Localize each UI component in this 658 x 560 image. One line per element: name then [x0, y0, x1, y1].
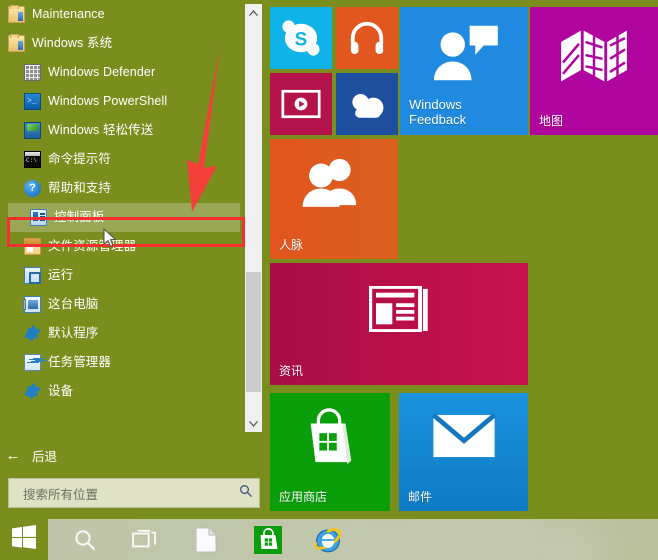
search-input[interactable]: 搜索所有位置	[8, 478, 260, 508]
search-icon[interactable]	[233, 484, 259, 503]
back-button[interactable]: ← 后退	[0, 440, 245, 470]
news-icon	[270, 263, 528, 355]
devices-icon	[24, 383, 41, 400]
search-icon	[75, 529, 96, 550]
taskbar-internet-explorer-button[interactable]	[303, 519, 353, 560]
sidebar-item-label: 设备	[48, 384, 74, 398]
tile-label: 邮件	[408, 490, 433, 504]
envelope-icon	[399, 393, 528, 479]
map-icon	[530, 7, 658, 105]
tile-label: 应用商店	[279, 490, 328, 504]
search-placeholder: 搜索所有位置	[23, 487, 99, 502]
task-view-icon	[132, 529, 156, 547]
tile-windows-feedback[interactable]: Windows Feedback	[400, 7, 528, 135]
taskbar	[0, 519, 658, 560]
sidebar-item-devices[interactable]: 设备	[0, 377, 240, 406]
tiles-pane: S Windows Feedback 地图 人脉 资讯 应用商店 邮件	[262, 0, 658, 519]
chevron-up-icon[interactable]	[245, 4, 262, 21]
windows-defender-icon	[24, 64, 41, 81]
help-support-icon: ?	[24, 180, 41, 197]
sidebar-item-label: 任务管理器	[48, 355, 112, 369]
taskbar-search-button[interactable]	[60, 519, 110, 560]
taskbar-file-explorer-button[interactable]	[181, 519, 231, 560]
internet-explorer-icon	[314, 527, 342, 552]
mouse-cursor	[103, 228, 117, 248]
app-list-scrollbar[interactable]	[245, 4, 262, 432]
highlight-box-control-panel	[7, 217, 245, 247]
sidebar-item-label: Windows Defender	[48, 65, 156, 79]
tile-store[interactable]: 应用商店	[270, 393, 390, 511]
svg-text:S: S	[295, 30, 308, 51]
back-arrow-icon: ←	[5, 446, 21, 464]
sidebar-item-this-pc[interactable]: 这台电脑	[0, 290, 240, 319]
folder-icon	[8, 34, 25, 52]
tile-maps[interactable]: 地图	[530, 7, 658, 135]
sidebar-item-label: 命令提示符	[48, 152, 112, 166]
store-bag-icon	[254, 525, 282, 554]
this-pc-icon	[23, 296, 41, 313]
sidebar-item-label: Windows 轻松传送	[48, 123, 154, 137]
default-programs-icon	[24, 325, 41, 342]
back-button-label: 后退	[32, 449, 58, 464]
tile-skype[interactable]: S	[270, 7, 332, 69]
document-icon	[195, 527, 217, 552]
sidebar-item-label: 运行	[48, 268, 74, 282]
sidebar-item-default-programs[interactable]: 默认程序	[0, 319, 240, 348]
start-button[interactable]	[0, 519, 48, 560]
powershell-icon	[24, 93, 41, 110]
easy-transfer-icon	[24, 122, 41, 139]
start-menu: Maintenance Windows 系统 Windows Defender …	[0, 0, 658, 519]
sidebar-item-label: 帮助和支持	[48, 181, 112, 195]
tile-label: Windows Feedback	[409, 97, 467, 127]
tile-label: 资讯	[279, 364, 304, 378]
tile-onedrive[interactable]	[336, 73, 398, 135]
command-prompt-icon	[24, 151, 41, 168]
sidebar-item-label: Maintenance	[32, 7, 105, 21]
sidebar-item-label: Windows 系统	[32, 36, 113, 50]
annotation-arrow	[187, 46, 220, 212]
chevron-down-icon[interactable]	[245, 415, 262, 432]
tile-people[interactable]: 人脉	[270, 139, 398, 259]
task-manager-icon	[24, 354, 41, 371]
feedback-person-icon	[400, 7, 528, 99]
windows-logo-icon	[12, 525, 36, 554]
video-play-icon	[270, 73, 332, 135]
tile-video[interactable]	[270, 73, 332, 135]
tile-music[interactable]	[336, 7, 398, 69]
taskbar-store-button[interactable]	[243, 519, 293, 560]
store-bag-icon	[270, 393, 390, 481]
screen: Maintenance Windows 系统 Windows Defender …	[0, 0, 658, 560]
tile-label: 人脉	[279, 238, 304, 252]
people-icon	[270, 139, 398, 225]
tile-mail[interactable]: 邮件	[399, 393, 528, 511]
run-icon	[24, 267, 41, 284]
sidebar-item-label: 默认程序	[48, 326, 99, 340]
sidebar-item-label: 这台电脑	[48, 297, 99, 311]
tile-label: 地图	[539, 114, 564, 128]
sidebar-item-task-manager[interactable]: 任务管理器	[0, 348, 240, 377]
sidebar-item-maintenance[interactable]: Maintenance	[0, 0, 240, 29]
folder-icon	[8, 5, 25, 23]
cloud-icon	[336, 73, 398, 135]
sidebar-item-run[interactable]: 运行	[0, 261, 240, 290]
skype-icon: S	[270, 7, 332, 69]
tile-news[interactable]: 资讯	[270, 263, 528, 385]
scrollbar-thumb[interactable]	[246, 272, 261, 392]
headphones-icon	[336, 7, 398, 69]
taskbar-task-view-button[interactable]	[120, 519, 170, 560]
sidebar-item-label: Windows PowerShell	[48, 94, 168, 108]
